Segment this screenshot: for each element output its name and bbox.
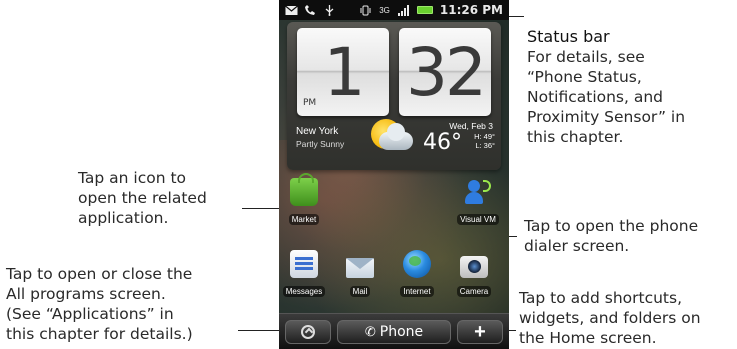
weather-city: New York <box>296 126 339 137</box>
weather-high: H: 49° <box>474 132 495 141</box>
weather-high-low: H: 49° L: 36° <box>474 132 495 150</box>
clock-weather-widget[interactable]: 1 PM 32 New York Partly Sunny Wed, Feb 3… <box>287 22 501 170</box>
app-visual-vm[interactable]: Visual VM <box>455 178 501 227</box>
callout-phone-dialer: Tap to open the phone dialer screen. <box>524 217 699 255</box>
mail-icon <box>285 5 298 15</box>
camera-icon <box>460 256 488 278</box>
app-camera-label: Camera <box>456 286 492 297</box>
app-mail-label: Mail <box>349 286 371 297</box>
all-programs-button[interactable] <box>285 320 331 344</box>
weather-condition: Partly Sunny <box>296 139 345 149</box>
app-market-label: Market <box>288 214 320 225</box>
callout-all-programs: Tap to open or close the All programs sc… <box>6 265 193 343</box>
status-time: 11:26 PM <box>439 3 503 17</box>
callout-status-bar-title: Status bar <box>527 27 610 46</box>
weather-temperature: 46° <box>423 130 462 155</box>
app-market[interactable]: Market <box>285 173 323 227</box>
phone-handset-icon: ✆ <box>364 324 376 340</box>
clock-ampm: PM <box>303 98 317 108</box>
status-bar[interactable]: 3G 11:26 PM <box>279 0 509 20</box>
messages-icon <box>290 250 318 278</box>
clock-hour: 1 PM <box>297 28 389 116</box>
vibrate-icon <box>360 5 371 15</box>
callout-add-shortcuts: Tap to add shortcuts, widgets, and folde… <box>519 289 701 347</box>
network-type: 3G <box>379 5 390 15</box>
app-internet[interactable]: Internet <box>396 250 438 299</box>
app-messages[interactable]: Messages <box>281 250 327 299</box>
missed-call-icon <box>305 4 315 15</box>
app-messages-label: Messages <box>282 286 326 297</box>
callout-tap-icon: Tap an icon to open the related applicat… <box>78 169 207 227</box>
chevron-up-circle-icon <box>301 325 315 339</box>
clock-minute: 32 <box>399 28 491 116</box>
cloud-icon <box>379 123 413 150</box>
plus-icon: + <box>474 320 486 343</box>
app-visual-vm-label: Visual VM <box>457 214 499 225</box>
usb-icon <box>325 4 334 16</box>
visual-voicemail-icon <box>464 178 492 206</box>
callout-status-bar-body: For details, see “Phone Status, Notifica… <box>527 48 686 146</box>
clock-hour-value: 1 <box>323 33 366 111</box>
app-camera[interactable]: Camera <box>453 250 495 299</box>
app-internet-label: Internet <box>400 286 434 297</box>
add-button[interactable]: + <box>457 320 503 344</box>
phone-button-label: Phone <box>379 324 424 340</box>
weather-low: L: 36° <box>475 141 495 150</box>
signal-icon <box>397 4 409 16</box>
phone-button[interactable]: ✆ Phone <box>337 320 451 344</box>
clock-minute-value: 32 <box>406 33 487 111</box>
battery-icon <box>416 6 433 14</box>
home-bottom-bar: ✆ Phone + <box>279 313 509 349</box>
callout-status-bar: Status bar For details, see “Phone Status… <box>527 7 732 147</box>
internet-globe-icon <box>403 250 431 278</box>
weather-location: New York Partly Sunny <box>296 126 344 150</box>
app-mail[interactable]: Mail <box>341 250 379 299</box>
market-icon <box>290 173 318 206</box>
phone-home-screen: 3G 11:26 PM 1 PM 32 New York Partly Sunn… <box>279 0 509 349</box>
mail-app-icon <box>346 258 374 278</box>
